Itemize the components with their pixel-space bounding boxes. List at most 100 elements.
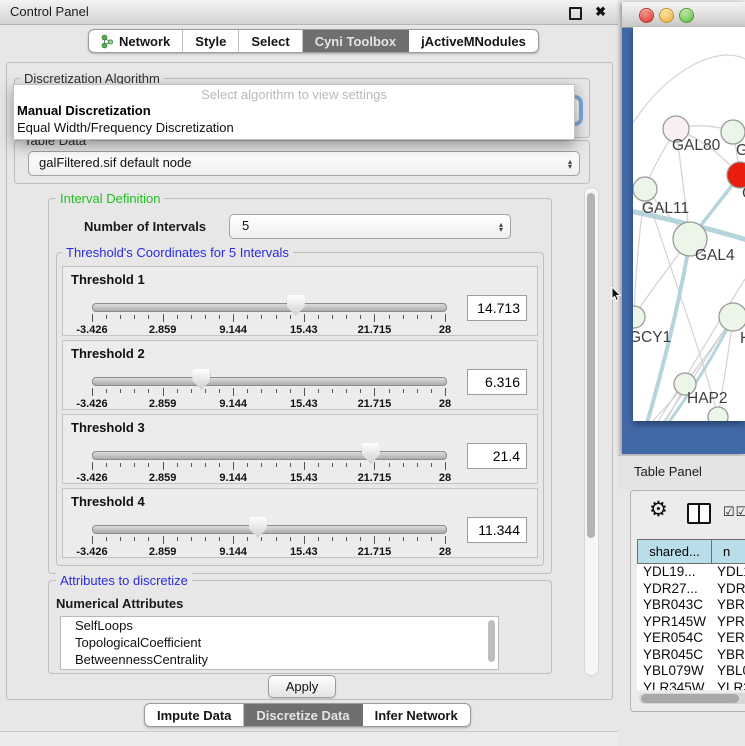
cell-shared-name[interactable]: YLR345W: [637, 680, 711, 691]
network-node[interactable]: [708, 407, 728, 421]
select-columns-icon[interactable]: ☑☑: [723, 504, 745, 520]
list-item[interactable]: SelfLoops: [61, 617, 498, 634]
table-row[interactable]: YBR045CYBR0: [637, 647, 745, 664]
tab-cyni-toolbox[interactable]: Cyni Toolbox: [303, 30, 409, 52]
slider-track[interactable]: [92, 377, 447, 386]
slider-tick-label: 9.144: [219, 398, 247, 410]
threshold-1-label: Threshold 1: [71, 272, 145, 287]
slider-tick: [304, 314, 305, 322]
table-row[interactable]: YDR27...YDR2: [637, 581, 745, 598]
table-row[interactable]: YER054CYER0: [637, 630, 745, 647]
threshold-2-value-field[interactable]: 6.316: [467, 369, 527, 395]
cell-shared-name[interactable]: YPR145W: [637, 614, 711, 631]
slider-tick: [431, 537, 432, 541]
cell-name[interactable]: YDL1: [711, 564, 745, 581]
list-scrollbar-thumb[interactable]: [488, 620, 495, 662]
network-canvas[interactable]: GAL80GACGAL11GAL4GCY1HHAP2: [633, 27, 745, 421]
slider-tick: [106, 389, 107, 393]
list-item[interactable]: BetweennessCentrality: [61, 651, 498, 668]
gear-icon[interactable]: ⚙: [649, 497, 668, 522]
cell-name[interactable]: YPR1: [711, 614, 745, 631]
network-edge: [633, 55, 745, 123]
horizontal-scrollbar-thumb[interactable]: [641, 694, 739, 703]
table-row[interactable]: YBR043CYBR0: [637, 597, 745, 614]
network-node-gcy1[interactable]: [633, 306, 645, 328]
threshold-1-value-field[interactable]: 14.713: [467, 295, 527, 321]
cell-shared-name[interactable]: YBR043C: [637, 597, 711, 614]
column-header-shared-name[interactable]: shared...: [638, 540, 712, 563]
threshold-3-slider[interactable]: -3.4262.8599.14415.4321.71528: [92, 449, 445, 481]
cell-name[interactable]: YLR3: [711, 680, 745, 691]
bottom-tabbar: Impute Data Discretize Data Infer Networ…: [144, 703, 471, 727]
node-label: GAL80: [672, 137, 721, 154]
slider-tick: [276, 463, 277, 467]
slider-tick: [318, 315, 319, 319]
slider-track[interactable]: [92, 525, 447, 534]
split-pane-icon[interactable]: [687, 503, 711, 524]
cell-name[interactable]: YER0: [711, 630, 745, 647]
slider-tick-labels: -3.4262.8599.14415.4321.71528: [92, 546, 445, 558]
table-row[interactable]: YDL19...YDL1: [637, 564, 745, 581]
tab-infer-network[interactable]: Infer Network: [363, 704, 470, 726]
tab-impute-data[interactable]: Impute Data: [145, 704, 244, 726]
threshold-4-slider[interactable]: -3.4262.8599.14415.4321.71528: [92, 523, 445, 555]
slider-tick: [134, 389, 135, 393]
close-traffic-light[interactable]: [639, 8, 654, 23]
cell-shared-name[interactable]: YER054C: [637, 630, 711, 647]
slider-tick: [417, 315, 418, 319]
slider-tick: [403, 315, 404, 319]
bottom-strip: [0, 731, 618, 746]
slider-handle[interactable]: [192, 369, 210, 390]
slider-handle[interactable]: [249, 517, 267, 538]
apply-button[interactable]: Apply: [268, 675, 336, 698]
table-data-combobox[interactable]: galFiltered.sif default node ▴▾: [28, 151, 580, 176]
threshold-2-slider[interactable]: -3.4262.8599.14415.4321.71528: [92, 375, 445, 407]
zoom-traffic-light[interactable]: [679, 8, 694, 23]
tab-network[interactable]: Network: [89, 30, 183, 52]
network-node-ga[interactable]: [721, 120, 745, 144]
tab-discretize-data[interactable]: Discretize Data: [244, 704, 362, 726]
slider-tick: [205, 315, 206, 319]
number-of-intervals-combobox[interactable]: 5 ▴▾: [229, 214, 511, 239]
float-window-icon[interactable]: [569, 7, 582, 20]
dropdown-option-manual-discretization[interactable]: Manual Discretization: [17, 103, 151, 118]
cell-name[interactable]: YDR2: [711, 581, 745, 598]
column-header-name[interactable]: n: [712, 540, 745, 563]
control-panel-titlebar: Control Panel ✖: [0, 0, 618, 25]
slider-handle[interactable]: [287, 295, 305, 316]
table-panel-header: Table Panel: [618, 455, 745, 489]
network-node-gal11[interactable]: [633, 177, 657, 201]
slider-tick: [233, 462, 234, 470]
tab-select[interactable]: Select: [239, 30, 302, 52]
list-item[interactable]: TopologicalCoefficient: [61, 634, 498, 651]
table-row[interactable]: YPR145WYPR1: [637, 614, 745, 631]
slider-tick: [276, 389, 277, 393]
cell-name[interactable]: YBR0: [711, 647, 745, 664]
minimize-traffic-light[interactable]: [659, 8, 674, 23]
cell-shared-name[interactable]: YBL079W: [637, 663, 711, 680]
threshold-1-slider[interactable]: -3.4262.8599.14415.4321.71528: [92, 301, 445, 333]
numerical-attributes-label: Numerical Attributes: [56, 596, 183, 611]
tab-style[interactable]: Style: [183, 30, 239, 52]
slider-track[interactable]: [92, 451, 447, 460]
slider-tick: [191, 463, 192, 467]
tab-jactivemnodules[interactable]: jActiveMNodules: [409, 30, 538, 52]
horizontal-scrollbar-track[interactable]: [639, 693, 745, 704]
cell-name[interactable]: YBL0: [711, 663, 745, 680]
cell-shared-name[interactable]: YDL19...: [637, 564, 711, 581]
slider-tick: [261, 463, 262, 467]
vertical-scrollbar-thumb[interactable]: [587, 193, 595, 538]
slider-handle[interactable]: [362, 443, 380, 464]
table-row[interactable]: YLR345WYLR3: [637, 680, 745, 691]
network-node-h[interactable]: [719, 303, 745, 331]
threshold-2-label: Threshold 2: [71, 346, 145, 361]
cell-name[interactable]: YBR0: [711, 597, 745, 614]
threshold-4-value-field[interactable]: 11.344: [467, 517, 527, 543]
cell-shared-name[interactable]: YBR045C: [637, 647, 711, 664]
cell-shared-name[interactable]: YDR27...: [637, 581, 711, 598]
threshold-3-value-field[interactable]: 21.4: [467, 443, 527, 469]
dropdown-option-equal-width-frequency[interactable]: Equal Width/Frequency Discretization: [17, 120, 234, 135]
slider-track[interactable]: [92, 303, 447, 312]
table-row[interactable]: YBL079WYBL0: [637, 663, 745, 680]
close-icon[interactable]: ✖: [595, 4, 606, 20]
